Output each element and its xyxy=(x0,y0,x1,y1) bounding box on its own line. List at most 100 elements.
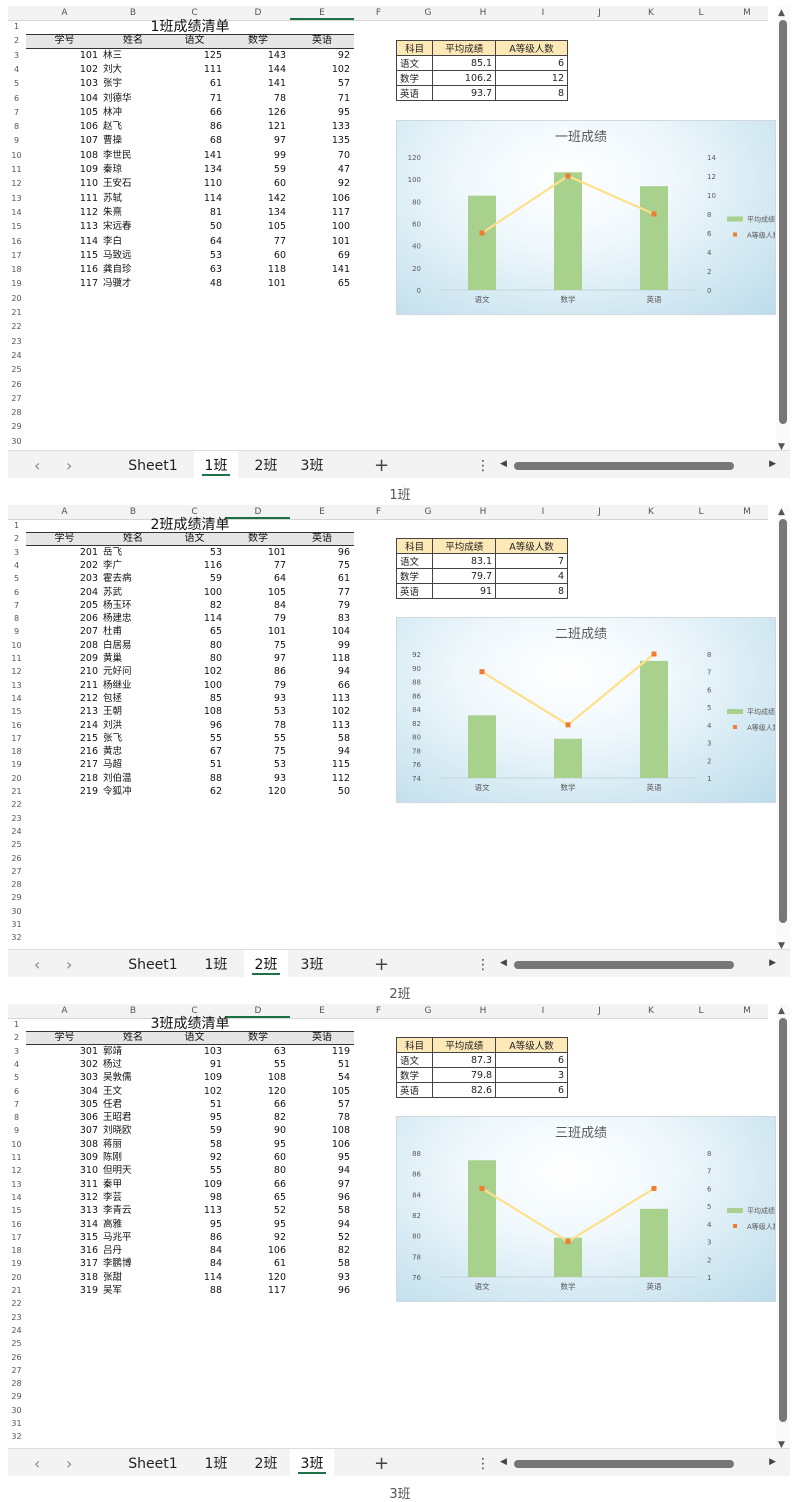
summary-header-cell[interactable]: A等级人数 xyxy=(495,538,568,555)
vertical-scroll-thumb[interactable] xyxy=(779,20,787,424)
table-cell[interactable]: 60 xyxy=(226,249,286,263)
scroll-left-icon[interactable]: ◀ xyxy=(500,459,507,469)
add-sheet-icon[interactable]: + xyxy=(374,451,389,478)
sheet-tab[interactable]: 2班 xyxy=(244,950,288,977)
summary-cell[interactable]: 8 xyxy=(495,85,568,102)
table-cell[interactable]: 201 xyxy=(26,546,98,559)
table-cell[interactable]: 91 xyxy=(163,1058,222,1071)
table-cell[interactable]: 105 xyxy=(26,106,98,120)
table-cell[interactable]: 102 xyxy=(163,665,222,678)
add-sheet-icon[interactable]: + xyxy=(374,950,389,977)
summary-cell[interactable]: 语文 xyxy=(395,55,434,72)
horizontal-scrollbar[interactable]: ◀ ▶ xyxy=(498,958,778,971)
column-header[interactable]: D xyxy=(226,6,290,20)
table-cell[interactable]: 114 xyxy=(163,192,222,206)
table-cell[interactable]: 117 xyxy=(290,206,350,220)
table-cell[interactable]: 109 xyxy=(163,1071,222,1084)
summary-cell[interactable]: 85.1 xyxy=(432,55,497,72)
table-cell[interactable]: 102 xyxy=(290,63,350,77)
table-cell[interactable]: 但明天 xyxy=(103,1164,163,1177)
table-cell[interactable]: 205 xyxy=(26,599,98,612)
table-cell[interactable]: 50 xyxy=(163,220,222,234)
prev-sheet-icon[interactable]: ‹ xyxy=(34,1449,40,1476)
table-cell[interactable]: 95 xyxy=(290,106,350,120)
table-cell[interactable]: 103 xyxy=(163,1045,222,1058)
horizontal-scrollbar[interactable]: ◀ ▶ xyxy=(498,459,778,472)
summary-cell[interactable]: 83.1 xyxy=(432,553,497,570)
table-cell[interactable]: 208 xyxy=(26,639,98,652)
table-cell[interactable]: 杨过 xyxy=(103,1058,163,1071)
column-header[interactable]: I xyxy=(513,505,573,519)
table-cell[interactable]: 96 xyxy=(290,1284,350,1297)
table-cell[interactable]: 秦甲 xyxy=(103,1178,163,1191)
column-header[interactable]: I xyxy=(513,1004,573,1018)
table-cell[interactable]: 94 xyxy=(290,665,350,678)
table-cell[interactable]: 306 xyxy=(26,1111,98,1124)
scroll-up-icon[interactable]: ▲ xyxy=(778,1006,785,1016)
column-header[interactable]: A xyxy=(26,1004,103,1018)
table-cell[interactable]: 70 xyxy=(290,149,350,163)
table-cell[interactable]: 51 xyxy=(163,1098,222,1111)
table-header-cell[interactable]: 姓名 xyxy=(103,533,163,544)
table-cell[interactable]: 宋远春 xyxy=(103,220,163,234)
column-header[interactable]: E xyxy=(290,6,354,20)
table-header-cell[interactable]: 学号 xyxy=(26,35,103,47)
column-header[interactable]: K xyxy=(626,1004,676,1018)
table-cell[interactable]: 任君 xyxy=(103,1098,163,1111)
table-cell[interactable]: 114 xyxy=(163,612,222,625)
line-point[interactable] xyxy=(565,173,571,179)
table-cell[interactable]: 96 xyxy=(163,719,222,732)
table-cell[interactable]: 93 xyxy=(290,1271,350,1284)
table-cell[interactable]: 曹操 xyxy=(103,134,163,148)
next-sheet-icon[interactable]: › xyxy=(66,950,72,977)
table-cell[interactable]: 龚自珍 xyxy=(103,263,163,277)
table-cell[interactable]: 66 xyxy=(290,679,350,692)
table-cell[interactable]: 79 xyxy=(290,599,350,612)
table-header-cell[interactable]: 英语 xyxy=(290,1032,354,1043)
table-cell[interactable]: 142 xyxy=(226,192,286,206)
table-cell[interactable]: 93 xyxy=(226,772,286,785)
table-cell[interactable]: 66 xyxy=(226,1098,286,1111)
table-cell[interactable]: 100 xyxy=(290,220,350,234)
table-cell[interactable]: 204 xyxy=(26,586,98,599)
table-cell[interactable]: 307 xyxy=(26,1124,98,1137)
scroll-up-icon[interactable]: ▲ xyxy=(778,507,785,517)
table-cell[interactable]: 215 xyxy=(26,732,98,745)
table-cell[interactable]: 66 xyxy=(226,1178,286,1191)
table-cell[interactable]: 318 xyxy=(26,1271,98,1284)
table-cell[interactable]: 101 xyxy=(226,625,286,638)
table-cell[interactable]: 102 xyxy=(290,705,350,718)
column-header[interactable]: L xyxy=(676,505,726,519)
table-cell[interactable]: 134 xyxy=(226,206,286,220)
table-cell[interactable]: 82 xyxy=(163,599,222,612)
line-point[interactable] xyxy=(479,1185,485,1191)
table-cell[interactable]: 218 xyxy=(26,772,98,785)
table-cell[interactable]: 杨玉环 xyxy=(103,599,163,612)
table-cell[interactable]: 杨建忠 xyxy=(103,612,163,625)
table-cell[interactable]: 108 xyxy=(290,1124,350,1137)
vertical-scroll-thumb[interactable] xyxy=(779,1018,787,1422)
summary-cell[interactable]: 7 xyxy=(495,553,568,570)
summary-header-cell[interactable]: 平均成绩 xyxy=(432,40,497,57)
table-cell[interactable]: 105 xyxy=(226,586,286,599)
column-header[interactable]: F xyxy=(354,1004,403,1018)
table-cell[interactable]: 80 xyxy=(163,639,222,652)
table-cell[interactable]: 95 xyxy=(226,1138,286,1151)
table-cell[interactable]: 94 xyxy=(290,1164,350,1177)
table-cell[interactable]: 112 xyxy=(26,206,98,220)
combo-chart[interactable]: 三班成绩 76 78 80 82 84 86 88 1 2 3 4 5 6 7 8 语文 数学 英语 平均成绩 A等级人… xyxy=(396,1116,776,1302)
column-header[interactable]: H xyxy=(453,6,513,20)
table-cell[interactable]: 60 xyxy=(226,1151,286,1164)
table-cell[interactable]: 113 xyxy=(26,220,98,234)
table-cell[interactable]: 97 xyxy=(290,1178,350,1191)
table-cell[interactable]: 李芸 xyxy=(103,1191,163,1204)
table-cell[interactable]: 元好问 xyxy=(103,665,163,678)
table-cell[interactable]: 50 xyxy=(290,785,350,798)
table-cell[interactable]: 48 xyxy=(163,277,222,291)
table-cell[interactable]: 113 xyxy=(290,692,350,705)
table-cell[interactable]: 118 xyxy=(226,263,286,277)
column-header[interactable]: L xyxy=(676,6,726,20)
table-cell[interactable]: 319 xyxy=(26,1284,98,1297)
summary-cell[interactable]: 79.7 xyxy=(432,568,497,585)
bar[interactable] xyxy=(468,1160,496,1277)
